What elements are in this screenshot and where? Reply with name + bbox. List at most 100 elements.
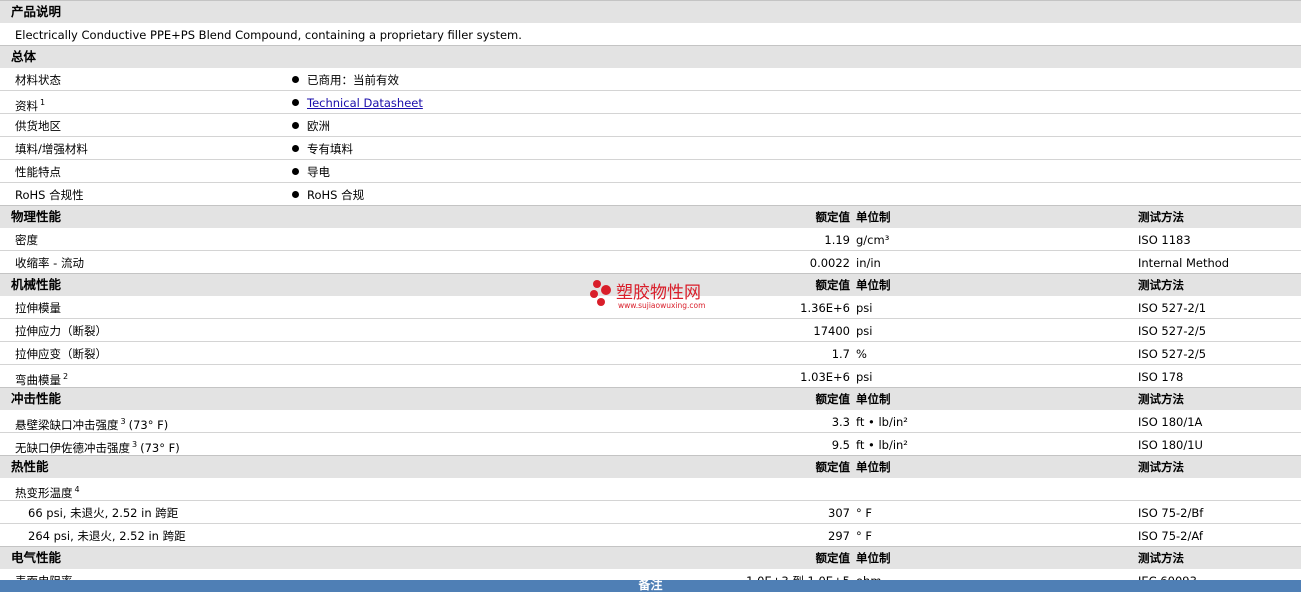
column-header-value: 额定值 [815, 278, 851, 292]
property-value: 307 [828, 506, 850, 520]
section-header-product-description: 产品说明 [0, 0, 1301, 23]
property-row: 热变形温度 4 [0, 478, 1301, 500]
property-condition: (73° F) [128, 418, 169, 432]
section-header: 冲击性能 额定值 单位制 测试方法 [0, 387, 1301, 410]
datasheet: 产品说明 Electrically Conductive PPE+PS Blen… [0, 0, 1301, 592]
property-row: 拉伸应变（断裂） 1.7% ISO 527-2/5 [0, 341, 1301, 364]
bullet-icon [292, 191, 299, 198]
footnote-ref[interactable]: 3 [132, 440, 137, 449]
column-header-value: 额定值 [815, 551, 851, 565]
column-header-unit: 单位制 [856, 551, 891, 565]
property-value: 3.3 [831, 415, 850, 429]
general-row: 填料/增强材料 专有填料 [0, 136, 1301, 159]
row-label-text: 填料/增强材料 [15, 142, 88, 156]
row-label: RoHS 合规性 [15, 184, 84, 206]
section-title: 冲击性能 [11, 391, 62, 406]
technical-datasheet-link[interactable]: Technical Datasheet [307, 96, 423, 110]
row-label: 供货地区 [15, 115, 61, 137]
bullet-icon [292, 99, 299, 106]
row-value-text: 已商用：当前有效 [307, 73, 399, 87]
property-label-text: 弯曲模量 [15, 373, 61, 387]
column-header-unit: 单位制 [856, 210, 891, 224]
property-value: 17400 [813, 324, 850, 338]
section-header-general: 总体 [0, 45, 1301, 68]
property-row: 无缺口伊佐德冲击强度 3 (73° F) 9.5 ft • lb/in² ISO 180/… [0, 432, 1301, 455]
property-unit: psi [856, 370, 873, 384]
column-header-test-method: 测试方法 [1138, 210, 1184, 224]
general-row: 材料状态 已商用：当前有效 [0, 68, 1301, 90]
row-label: 填料/增强材料 [15, 138, 88, 160]
watermark-url: www.sujiaowuxing.com [618, 301, 706, 310]
property-value: 1.36E+6 [800, 301, 850, 315]
column-header-test-method: 测试方法 [1138, 392, 1184, 406]
column-header-test-method: 测试方法 [1138, 551, 1184, 565]
property-row: 66 psi, 未退火, 2.52 in 跨距 307 ° F ISO 75-2/Bf [0, 500, 1301, 523]
property-label: 拉伸应变（断裂） [15, 343, 107, 365]
row-value-text: 导电 [307, 165, 330, 179]
section-header: 热性能 额定值 单位制 测试方法 [0, 455, 1301, 478]
property-label: 拉伸应力（断裂） [15, 320, 107, 342]
property-label: 66 psi, 未退火, 2.52 in 跨距 [28, 502, 178, 524]
property-label: 密度 [15, 229, 38, 251]
column-header-test-method: 测试方法 [1138, 460, 1184, 474]
property-unit: in/in [856, 256, 881, 270]
property-unit: ft • lb/in² [856, 438, 908, 452]
property-test-method: ISO 178 [1138, 370, 1184, 384]
row-label-text: 性能特点 [15, 165, 61, 179]
row-label-text: 资料 [15, 99, 38, 113]
row-label: 材料状态 [15, 69, 61, 91]
property-label-text: 热变形温度 [15, 486, 73, 500]
footnote-ref[interactable]: 4 [75, 485, 80, 494]
property-unit: ° F [856, 506, 873, 520]
property-test-method: ISO 75-2/Bf [1138, 506, 1204, 520]
row-value: Technical Datasheet [292, 92, 423, 114]
property-row: 密度 1.19 g/cm³ ISO 1183 [0, 228, 1301, 250]
row-value: 已商用：当前有效 [292, 69, 399, 91]
bullet-icon [292, 168, 299, 175]
property-condition: (73° F) [140, 441, 180, 455]
property-row: 拉伸应力（断裂） 17400 psi ISO 527-2/5 [0, 318, 1301, 341]
row-label: 性能特点 [15, 161, 61, 183]
section-header: 物理性能 额定值 单位制 测试方法 [0, 205, 1301, 228]
property-row: 264 psi, 未退火, 2.52 in 跨距 297 ° F ISO 75-2/A… [0, 523, 1301, 546]
general-row: 资料 1 Technical Datasheet [0, 90, 1301, 113]
column-header-value: 额定值 [815, 392, 851, 406]
footnote-ref[interactable]: 3 [121, 417, 126, 426]
general-rows: 材料状态 已商用：当前有效资料 1 Technical Datasheet 供货地区 欧洲… [0, 68, 1301, 205]
footnote-ref[interactable]: 2 [63, 372, 68, 381]
property-test-method: ISO 75-2/Af [1138, 529, 1203, 543]
property-row: 收缩率 - 流动 0.0022 in/in Internal Method [0, 250, 1301, 273]
property-label: 拉伸模量 [15, 297, 61, 319]
property-row: 悬壁梁缺口冲击强度 3 (73° F) 3.3 ft • lb/in² ISO 180/1… [0, 410, 1301, 432]
property-label-text: 264 psi, 未退火, 2.52 in 跨距 [28, 529, 186, 543]
watermark: 塑胶物性网 www.sujiaowuxing.com [588, 278, 728, 314]
property-label: 收缩率 - 流动 [15, 252, 84, 274]
property-label: 264 psi, 未退火, 2.52 in 跨距 [28, 525, 186, 547]
row-label-text: 材料状态 [15, 73, 61, 87]
property-unit: g/cm³ [856, 233, 890, 247]
property-label-text: 密度 [15, 233, 38, 247]
property-test-method: ISO 527-2/5 [1138, 324, 1207, 338]
row-value: 欧洲 [292, 115, 330, 137]
property-unit: psi [856, 324, 873, 338]
column-header-value: 额定值 [815, 210, 851, 224]
general-row: 性能特点 导电 [0, 159, 1301, 182]
property-value: 1.19 [824, 233, 850, 247]
notes-bar[interactable]: 备注 [0, 580, 1301, 592]
property-test-method: ISO 1183 [1138, 233, 1191, 247]
footnote-ref[interactable]: 1 [40, 98, 45, 107]
general-row: RoHS 合规性 RoHS 合规 [0, 182, 1301, 205]
bullet-icon [292, 76, 299, 83]
property-label-text: 拉伸模量 [15, 301, 61, 315]
row-label-text: RoHS 合规性 [15, 188, 84, 202]
property-row: 弯曲模量 2 1.03E+6 psi ISO 178 [0, 364, 1301, 387]
column-header-value: 额定值 [815, 460, 851, 474]
property-value: 1.7 [831, 347, 850, 361]
property-test-method: ISO 180/1U [1138, 438, 1203, 452]
column-header-unit: 单位制 [856, 278, 891, 292]
property-label-text: 拉伸应变（断裂） [15, 347, 107, 361]
section-title: 产品说明 [11, 4, 62, 19]
row-value: 专有填料 [292, 138, 353, 160]
property-unit: % [856, 347, 867, 361]
row-label-text: 供货地区 [15, 119, 61, 133]
